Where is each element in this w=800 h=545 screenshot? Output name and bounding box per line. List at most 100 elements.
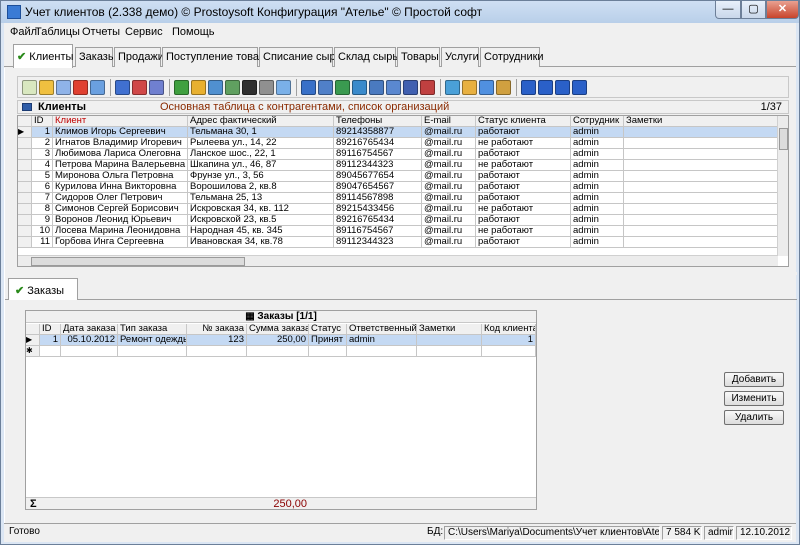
tab-employees[interactable]: Сотрудники bbox=[480, 47, 544, 67]
tab-raw-stock[interactable]: Склад сырья bbox=[334, 47, 404, 67]
new-record-icon[interactable] bbox=[22, 80, 37, 95]
col-order-notes[interactable]: Заметки bbox=[417, 324, 482, 335]
col-id[interactable]: ID bbox=[32, 116, 53, 127]
find-icon[interactable] bbox=[242, 80, 257, 95]
columns-icon[interactable] bbox=[403, 80, 418, 95]
import-icon[interactable] bbox=[318, 80, 333, 95]
filter-by-value-icon[interactable] bbox=[208, 80, 223, 95]
col-status[interactable]: Статус клиента bbox=[476, 116, 571, 127]
col-order-date[interactable]: Дата заказа bbox=[61, 324, 118, 335]
orders-title: ▦ Заказы [1/1] bbox=[26, 311, 536, 323]
client-row[interactable]: ▶ 1 Климов Игорь Сергеевич Тельмана 30, 1 89… bbox=[18, 127, 778, 138]
client-cell: Фрунзе ул., 3, 56 bbox=[188, 171, 334, 182]
close-button[interactable]: ✕ bbox=[766, 1, 799, 19]
client-row[interactable]: 2 Игнатов Владимир Игоревич Рылеева ул., 1… bbox=[18, 138, 778, 149]
sort-icon[interactable] bbox=[191, 80, 206, 95]
export-icon[interactable] bbox=[301, 80, 316, 95]
edit-icon[interactable] bbox=[39, 80, 54, 95]
add-button[interactable]: Добавить bbox=[724, 372, 784, 387]
minimize-button[interactable]: — bbox=[715, 1, 741, 19]
chart-icon[interactable] bbox=[420, 80, 435, 95]
order-row[interactable]: ▶ 1 05.10.2012 Ремонт одежды 123 250,00 … bbox=[26, 335, 536, 346]
next-record-icon[interactable] bbox=[555, 80, 570, 95]
word-icon[interactable] bbox=[352, 80, 367, 95]
scroll-thumb[interactable] bbox=[779, 128, 788, 150]
col-order-id[interactable]: ID bbox=[40, 324, 61, 335]
col-client[interactable]: Клиент bbox=[53, 116, 188, 127]
col-phones[interactable]: Телефоны bbox=[334, 116, 422, 127]
print-icon[interactable] bbox=[259, 80, 274, 95]
col-order-number[interactable]: № заказа bbox=[187, 324, 247, 335]
menu-tables[interactable]: Таблицы bbox=[35, 26, 80, 38]
col-email[interactable]: E-mail bbox=[422, 116, 476, 127]
filter-clear-icon[interactable] bbox=[132, 80, 147, 95]
client-row[interactable]: 8 Симонов Сергей Борисович Искровская 34, … bbox=[18, 204, 778, 215]
menu-help[interactable]: Помощь bbox=[172, 26, 215, 38]
lock-icon[interactable] bbox=[462, 80, 477, 95]
scroll-thumb[interactable] bbox=[31, 257, 245, 266]
excel-icon[interactable] bbox=[335, 80, 350, 95]
client-cell: 11 bbox=[32, 237, 53, 248]
menu-service[interactable]: Сервис bbox=[125, 26, 163, 38]
client-row[interactable]: 5 Миронова Ольга Петровна Фрунзе ул., 3, 5… bbox=[18, 171, 778, 182]
menu-file[interactable]: Файл bbox=[10, 26, 37, 38]
orders-grid[interactable]: ▦ Заказы [1/1] ID Дата заказа Тип заказа… bbox=[25, 310, 537, 510]
client-cell: Тельмана 30, 1 bbox=[188, 127, 334, 138]
tab-products[interactable]: Товары bbox=[397, 47, 440, 67]
prev-record-icon[interactable] bbox=[538, 80, 553, 95]
client-cell: Петрова Марина Валерьевна bbox=[53, 160, 188, 171]
col-client-code[interactable]: Код клиента bbox=[482, 324, 536, 335]
client-row[interactable]: 7 Сидоров Олег Петрович Тельмана 25, 13 891… bbox=[18, 193, 778, 204]
client-cell: 89214358877 bbox=[334, 127, 422, 138]
db-size: 7 584 Kb bbox=[662, 526, 702, 540]
client-row[interactable]: 6 Курилова Инна Викторовна Ворошилова 2, к… bbox=[18, 182, 778, 193]
mail-icon[interactable] bbox=[369, 80, 384, 95]
vertical-scrollbar[interactable] bbox=[777, 116, 788, 256]
client-cell: admin bbox=[571, 182, 624, 193]
preview-icon[interactable] bbox=[276, 80, 291, 95]
delete-button[interactable]: Удалить bbox=[724, 410, 784, 425]
table-icon[interactable] bbox=[90, 80, 105, 95]
client-row[interactable]: 4 Петрова Марина Валерьевна Шкапина ул., 4… bbox=[18, 160, 778, 171]
col-address[interactable]: Адрес фактический bbox=[188, 116, 334, 127]
col-order-status[interactable]: Статус bbox=[309, 324, 347, 335]
delete-icon[interactable] bbox=[73, 80, 88, 95]
report-icon[interactable] bbox=[386, 80, 401, 95]
grid-icon[interactable] bbox=[479, 80, 494, 95]
clients-grid[interactable]: ID Клиент Адрес фактический Телефоны E-m… bbox=[17, 115, 789, 267]
tab-goods-receipt[interactable]: Поступление товаров bbox=[162, 47, 277, 67]
client-row[interactable]: 11 Горбова Инга Сергеевна Ивановская 34, к… bbox=[18, 237, 778, 248]
col-order-sum[interactable]: Сумма заказа bbox=[247, 324, 309, 335]
client-row[interactable]: 9 Воронов Леонид Юрьевич Искровской 23, кв… bbox=[18, 215, 778, 226]
settings-icon[interactable] bbox=[445, 80, 460, 95]
first-record-icon[interactable] bbox=[521, 80, 536, 95]
col-employee[interactable]: Сотрудник bbox=[571, 116, 624, 127]
refresh-icon[interactable] bbox=[174, 80, 189, 95]
tab-orders[interactable]: Заказы bbox=[75, 47, 116, 67]
help-icon[interactable] bbox=[496, 80, 511, 95]
col-order-type[interactable]: Тип заказа bbox=[118, 324, 187, 335]
tab-clients[interactable]: ✔ Клиенты bbox=[13, 44, 73, 68]
sum-icon[interactable] bbox=[225, 80, 240, 95]
col-notes[interactable]: Заметки bbox=[624, 116, 778, 127]
tab-orders-detail[interactable]: ✔ Заказы bbox=[8, 278, 78, 301]
title-bar[interactable]: Учет клиентов (2.338 демо) © Prostoysoft… bbox=[1, 1, 799, 23]
horizontal-scrollbar[interactable] bbox=[18, 255, 778, 266]
tab-writeoff[interactable]: Списание сырья bbox=[259, 47, 347, 67]
menu-reports[interactable]: Отчеты bbox=[82, 26, 120, 38]
tab-sales[interactable]: Продажи bbox=[114, 47, 164, 67]
col-responsible[interactable]: Ответственный bbox=[347, 324, 417, 335]
client-row[interactable]: 3 Любимова Лариса Олеговна Ланское шос., 2… bbox=[18, 149, 778, 160]
new-order-row[interactable]: ✱ bbox=[26, 346, 536, 357]
check-icon: ✔ bbox=[17, 51, 27, 63]
splitter[interactable] bbox=[5, 272, 797, 275]
edit-button[interactable]: Изменить bbox=[724, 391, 784, 406]
filter-edit-icon[interactable] bbox=[149, 80, 164, 95]
client-row[interactable]: 10 Лосева Марина Леонидовна Народная 45, к… bbox=[18, 226, 778, 237]
record-counter: 1/37 bbox=[760, 101, 782, 113]
copy-icon[interactable] bbox=[56, 80, 71, 95]
tab-services[interactable]: Услуги bbox=[441, 47, 479, 67]
filter-icon[interactable] bbox=[115, 80, 130, 95]
last-record-icon[interactable] bbox=[572, 80, 587, 95]
maximize-button[interactable]: ▢ bbox=[741, 1, 766, 19]
